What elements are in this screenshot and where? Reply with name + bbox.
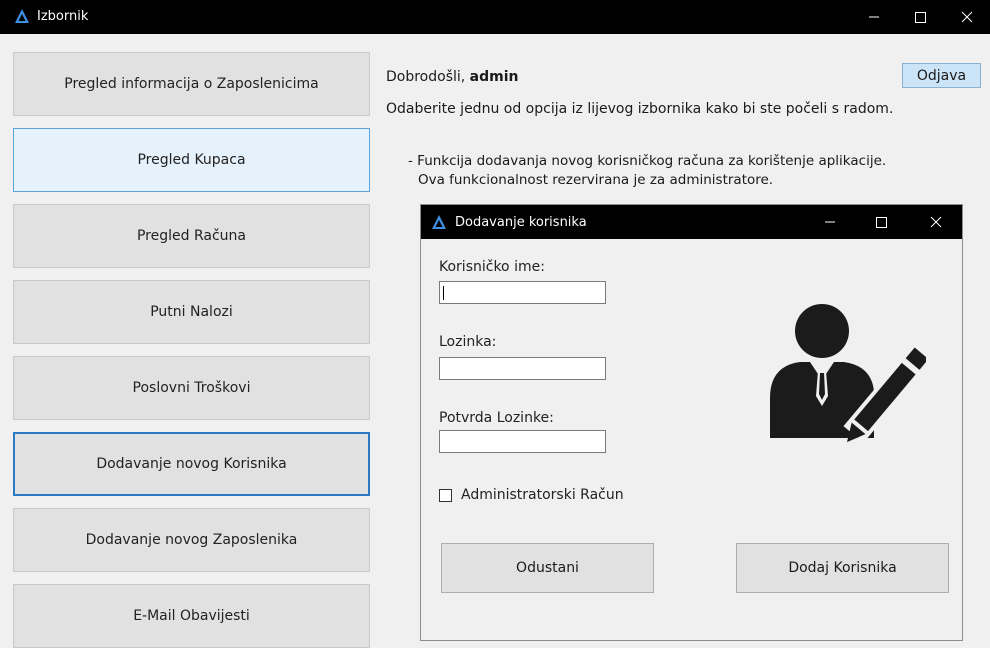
dialog-maximize-button[interactable] bbox=[858, 205, 904, 239]
username-label: admin bbox=[469, 69, 519, 85]
menu-add-user-button[interactable]: Dodavanje novog Korisnika bbox=[13, 432, 370, 496]
text-caret bbox=[443, 286, 444, 300]
app-logo-icon bbox=[15, 9, 29, 23]
close-button[interactable] bbox=[944, 0, 990, 34]
menu-customers-button[interactable]: Pregled Kupaca bbox=[13, 128, 370, 192]
close-icon bbox=[961, 11, 973, 23]
dialog-minimize-button[interactable] bbox=[807, 205, 853, 239]
minimize-icon bbox=[825, 221, 835, 223]
admin-checkbox[interactable] bbox=[439, 489, 452, 502]
cancel-button[interactable]: Odustani bbox=[441, 543, 654, 593]
main-titlebar: Izbornik bbox=[0, 0, 990, 34]
maximize-button[interactable] bbox=[897, 0, 943, 34]
menu-add-employee-button[interactable]: Dodavanje novog Zaposlenika bbox=[13, 508, 370, 572]
menu-email-notifications-button[interactable]: E-Mail Obavijesti bbox=[13, 584, 370, 648]
user-edit-icon bbox=[770, 304, 926, 443]
description-line-1: - Funkcija dodavanja novog korisničkog r… bbox=[408, 153, 887, 169]
confirm-password-input[interactable] bbox=[439, 430, 606, 453]
greeting-label: Dobrodošli, bbox=[386, 69, 470, 85]
password-input[interactable] bbox=[439, 357, 606, 380]
password-field-label: Lozinka: bbox=[439, 334, 497, 350]
dialog-title: Dodavanje korisnika bbox=[455, 215, 587, 230]
maximize-icon bbox=[915, 12, 926, 23]
dialog-logo-icon bbox=[432, 215, 446, 229]
window-title: Izbornik bbox=[37, 9, 89, 24]
welcome-text: Dobrodošli, admin bbox=[386, 69, 519, 85]
menu-travel-orders-button[interactable]: Putni Nalozi bbox=[13, 280, 370, 344]
description-line-2: Ova funkcionalnost rezervirana je za adm… bbox=[418, 172, 774, 188]
confirm-password-field-label: Potvrda Lozinke: bbox=[439, 410, 554, 426]
dialog-titlebar: Dodavanje korisnika bbox=[421, 205, 962, 239]
instruction-text: Odaberite jednu od opcija iz lijevog izb… bbox=[386, 101, 894, 117]
logout-button[interactable]: Odjava bbox=[902, 63, 981, 88]
minimize-button[interactable] bbox=[851, 0, 897, 34]
username-input[interactable] bbox=[439, 281, 606, 304]
maximize-icon bbox=[876, 217, 887, 228]
add-user-dialog: Dodavanje korisnika Korisničko ime: Lozi… bbox=[420, 204, 963, 641]
admin-checkbox-label[interactable]: Administratorski Račun bbox=[461, 487, 624, 503]
description-text: - Funkcija dodavanja novog korisničkog r… bbox=[408, 152, 886, 190]
dialog-close-button[interactable] bbox=[913, 205, 959, 239]
menu-invoices-button[interactable]: Pregled Računa bbox=[13, 204, 370, 268]
menu-employees-info-button[interactable]: Pregled informacija o Zaposlenicima bbox=[13, 52, 370, 116]
close-icon bbox=[930, 216, 942, 228]
menu-business-expenses-button[interactable]: Poslovni Troškovi bbox=[13, 356, 370, 420]
minimize-icon bbox=[869, 16, 879, 18]
add-user-submit-button[interactable]: Dodaj Korisnika bbox=[736, 543, 949, 593]
username-field-label: Korisničko ime: bbox=[439, 259, 545, 275]
